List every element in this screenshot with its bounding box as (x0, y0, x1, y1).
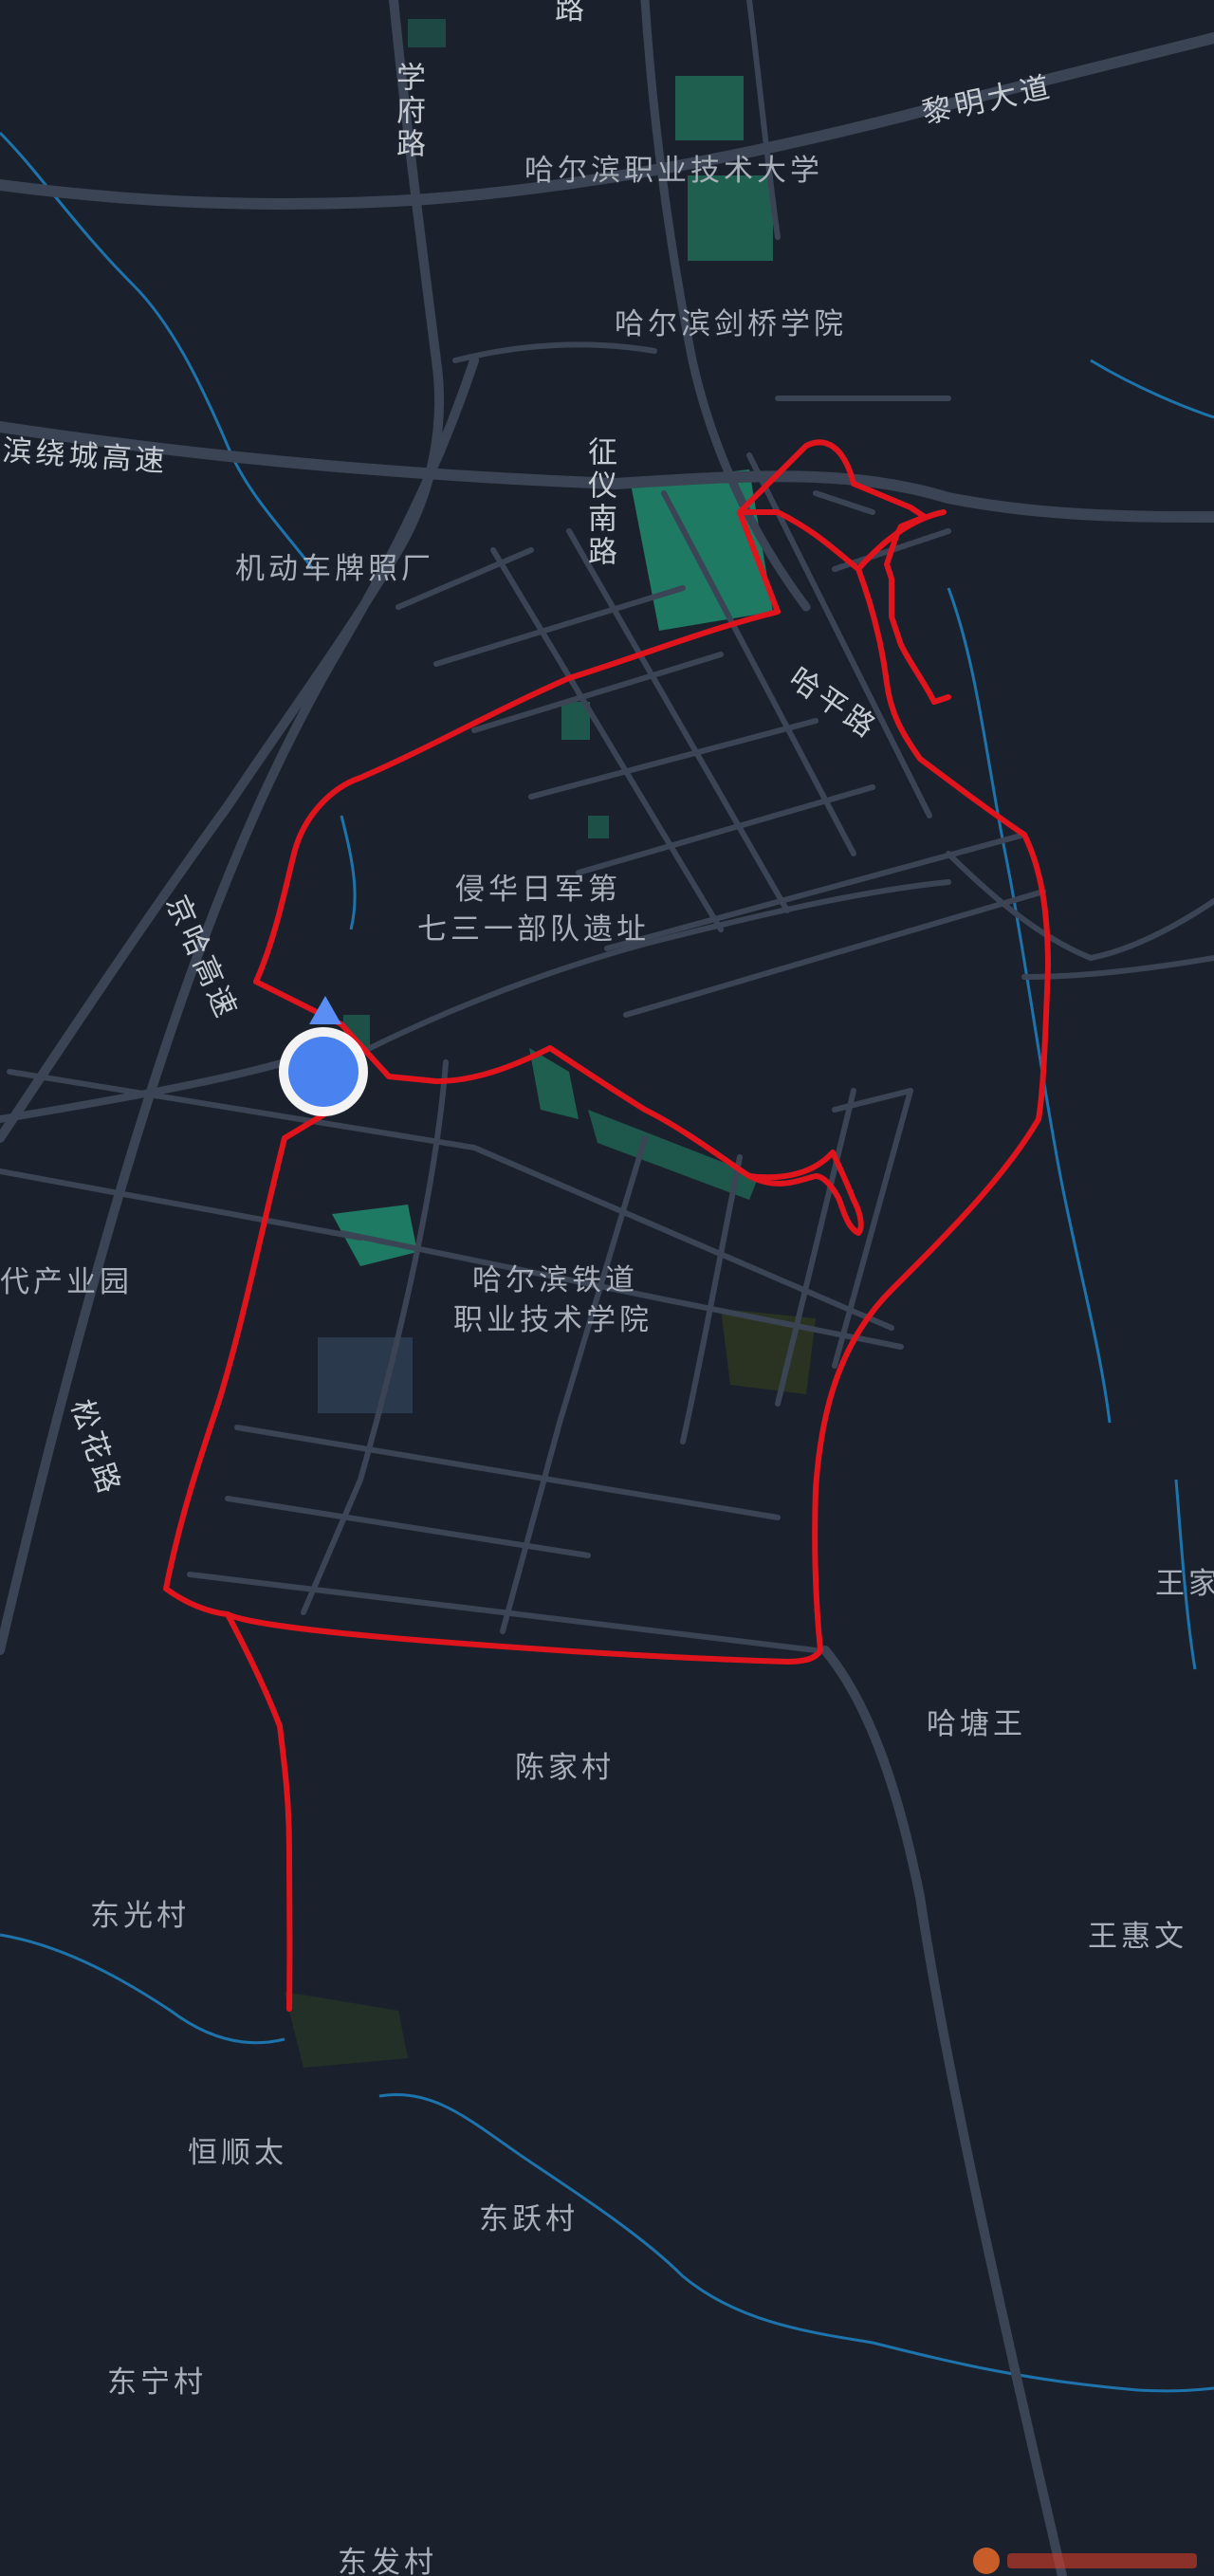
xuefu-road-top-label: 路 (555, 0, 588, 27)
dongning-village-label: 东宁村 (107, 2365, 207, 2400)
hatangwang-label: 哈塘王 (927, 1707, 1026, 1741)
unit731-site-label-line2: 七三一部队遗址 (417, 912, 650, 947)
harbin-vocational-tech-univ-label: 哈尔滨职业技术大学 (524, 154, 823, 188)
wangjia-label: 王家 (1155, 1567, 1214, 1601)
map-view[interactable]: 路 学府路 黎明大道 哈尔滨职业技术大学 哈尔滨剑桥学院 滨绕城高速 征仪南路 … (0, 0, 1214, 2576)
railway-college-label-line1: 哈尔滨铁道 (472, 1263, 638, 1297)
xuefu-road-label: 学府路 (391, 62, 425, 161)
wanghuiwen-label: 王惠文 (1088, 1920, 1187, 1954)
chenjia-village-label: 陈家村 (515, 1751, 615, 1785)
harbin-cambridge-college-label: 哈尔滨剑桥学院 (615, 307, 847, 341)
unit731-site-label-line1: 侵华日军第 (455, 873, 621, 907)
motor-vehicle-plate-factory-label: 机动车牌照厂 (235, 552, 434, 586)
dongguang-village-label: 东光村 (90, 1899, 190, 1933)
zhengyi-south-road-label: 征仪南路 (582, 436, 617, 569)
dongyue-village-label: 东跃村 (479, 2202, 579, 2236)
railway-college-label-line2: 职业技术学院 (453, 1303, 653, 1337)
dongfa-village-label: 东发村 (338, 2546, 437, 2576)
industrial-park-label: 代产业园 (0, 1265, 133, 1299)
hengshuntai-label: 恒顺太 (188, 2136, 287, 2170)
